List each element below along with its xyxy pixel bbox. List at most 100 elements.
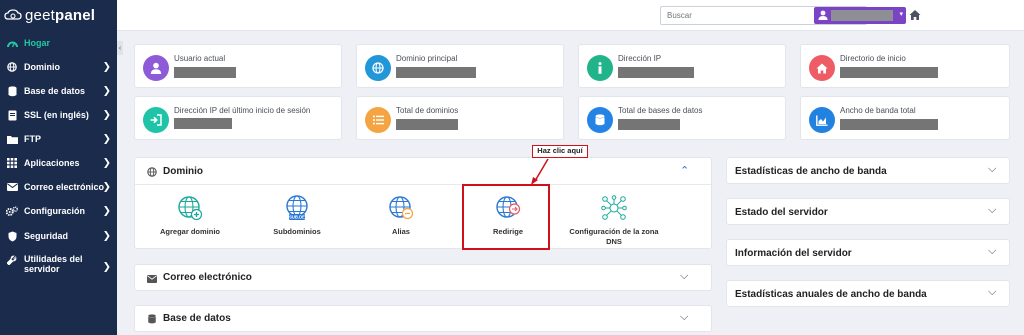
sidebar-item-label: Base de datos [24,86,86,96]
highlight-box [462,184,550,250]
stat-card-usuario: Usuario actual [134,44,342,88]
database-icon [6,85,18,97]
globe-icon [365,55,391,81]
sidebar-collapse-toggle[interactable]: ‹ [117,41,123,55]
panel-server-status[interactable]: Estado del servidor ⌵ [726,198,1010,225]
tile-subdominios[interactable]: SUB.DE Subdominios [242,195,352,236]
stat-label: Dirección IP [618,54,662,63]
wrench-icon [6,254,18,266]
stat-label: Dominio principal [396,54,458,63]
domain-panel-header[interactable] [135,158,711,185]
tile-label: Agregar dominio [159,227,220,236]
stat-card-direccion-ip: Dirección IP [578,44,786,88]
stat-card-total-dominios: Total de dominios [356,96,564,140]
sidebar-item-ssl[interactable]: SSL (en inglés) ❯ [0,104,117,126]
database-panel[interactable]: Base de datos ⌵ [134,305,712,332]
sidebar-item-label: Hogar [24,38,51,48]
tile-dns-zone[interactable]: Configuración de la zona DNS [559,195,669,247]
tile-label: Alias [392,227,410,236]
domain-panel-title: Dominio [163,166,203,177]
chevron-down-icon[interactable]: ⌵ [988,245,996,258]
login-icon [143,107,169,133]
chevron-right-icon: ❯ [102,157,111,169]
email-panel-title: Correo electrónico [163,272,252,283]
stat-value-redacted [174,67,236,78]
panel-server-info[interactable]: Información del servidor ⌵ [726,239,1010,266]
chevron-right-icon: ❯ [102,109,111,121]
database-icon [587,107,613,133]
envelope-icon [6,181,18,193]
sidebar-item-correo[interactable]: Correo electrónico ❯ [0,176,117,198]
stat-value-redacted [618,119,680,130]
chevron-down-icon[interactable]: ⌵ [680,270,688,283]
home-icon [809,55,835,81]
stat-card-dominio-principal: Dominio principal [356,44,564,88]
tile-label: Subdominios [273,227,321,236]
subdomain-badge: SUB.DE [289,215,305,220]
chevron-down-icon[interactable]: ⌵ [988,204,996,217]
home-icon[interactable] [909,9,921,21]
stat-value-redacted [618,67,694,78]
sidebar-item-aplicaciones[interactable]: Aplicaciones ❯ [0,152,117,174]
brand-name: geetpanel [25,6,96,24]
user-icon [818,10,828,20]
sidebar-item-label: Correo electrónico [24,182,105,192]
panel-title: Estado del servidor [735,207,828,218]
stat-card-total-bases: Total de bases de datos [578,96,786,140]
sidebar-item-label: FTP [24,134,41,144]
sidebar-item-base-de-datos[interactable]: Base de datos ❯ [0,80,117,102]
stat-card-ultimo-login: Dirección IP del último inicio de sesión [134,96,342,140]
globe-icon [147,167,157,177]
panel-bandwidth-stats[interactable]: Estadísticas de ancho de banda ⌵ [726,157,1010,184]
stat-value-redacted [840,67,938,78]
sidebar-item-ftp[interactable]: FTP ❯ [0,128,117,150]
sidebar-item-label: SSL (en inglés) [24,110,89,120]
sidebar-item-label: Configuración [24,206,85,216]
dns-network-icon [601,195,627,220]
chevron-up-icon[interactable]: ⌃ [680,164,689,177]
brand-logo[interactable]: geetpanel [0,0,117,30]
panel-annual-bandwidth[interactable]: Estadísticas anuales de ancho de banda ⌵ [726,280,1010,307]
topbar: W ▾ [117,0,1024,31]
stat-value-redacted [396,119,458,130]
stat-label: Directorio de inicio [840,54,906,63]
globe-icon [6,61,18,73]
tile-label: Configuración de la zona DNS [569,227,659,246]
user-icon [143,55,169,81]
globe-subdomain-icon: SUB.DE [286,195,308,220]
sidebar-item-hogar[interactable]: Hogar [0,32,117,54]
stat-value-redacted [840,119,938,130]
sidebar-item-utilidades[interactable]: Utilidades del servidor ❯ [0,254,117,280]
chevron-down-icon[interactable]: ⌵ [988,286,996,299]
list-icon [365,107,391,133]
database-panel-title: Base de datos [163,313,231,324]
dashboard-icon [6,37,18,49]
stat-label: Total de dominios [396,106,459,115]
tile-alias[interactable]: Alias [346,195,456,236]
database-icon [148,314,156,324]
user-menu-button[interactable]: ▾ [814,7,906,24]
sidebar-item-configuracion[interactable]: Configuración ❯ [0,200,117,222]
sidebar-item-label: Dominio [24,62,60,72]
domain-panel: Dominio ⌃ Agregar dominio SUB.DE Subdomi… [134,157,712,249]
panel-title: Estadísticas de ancho de banda [735,166,887,177]
chevron-right-icon: ❯ [102,133,111,145]
chevron-right-icon: ❯ [102,181,111,193]
panel-title: Estadísticas anuales de ancho de banda [735,289,927,300]
stat-label: Usuario actual [174,54,226,63]
stat-card-directorio: Directorio de inicio [800,44,1010,88]
panel-title: Información del servidor [735,248,852,259]
gears-icon [6,205,18,217]
stat-card-ancho-banda: Ancho de banda total [800,96,1010,140]
email-panel[interactable]: Correo electrónico ⌵ [134,264,712,291]
chevron-right-icon: ❯ [102,85,111,97]
sidebar-item-label: Utilidades del servidor [24,254,83,274]
sidebar-item-seguridad[interactable]: Seguridad ❯ [0,225,117,247]
tile-agregar-dominio[interactable]: Agregar dominio [135,195,245,236]
caret-down-icon: ▾ [899,11,903,18]
callout-label: Haz clic aquí [532,145,588,158]
sidebar-item-dominio[interactable]: Dominio ❯ [0,56,117,78]
chevron-down-icon[interactable]: ⌵ [988,163,996,176]
chevron-down-icon[interactable]: ⌵ [680,311,688,324]
sidebar: geetpanel Hogar Dominio ❯ Base de datos … [0,0,117,335]
